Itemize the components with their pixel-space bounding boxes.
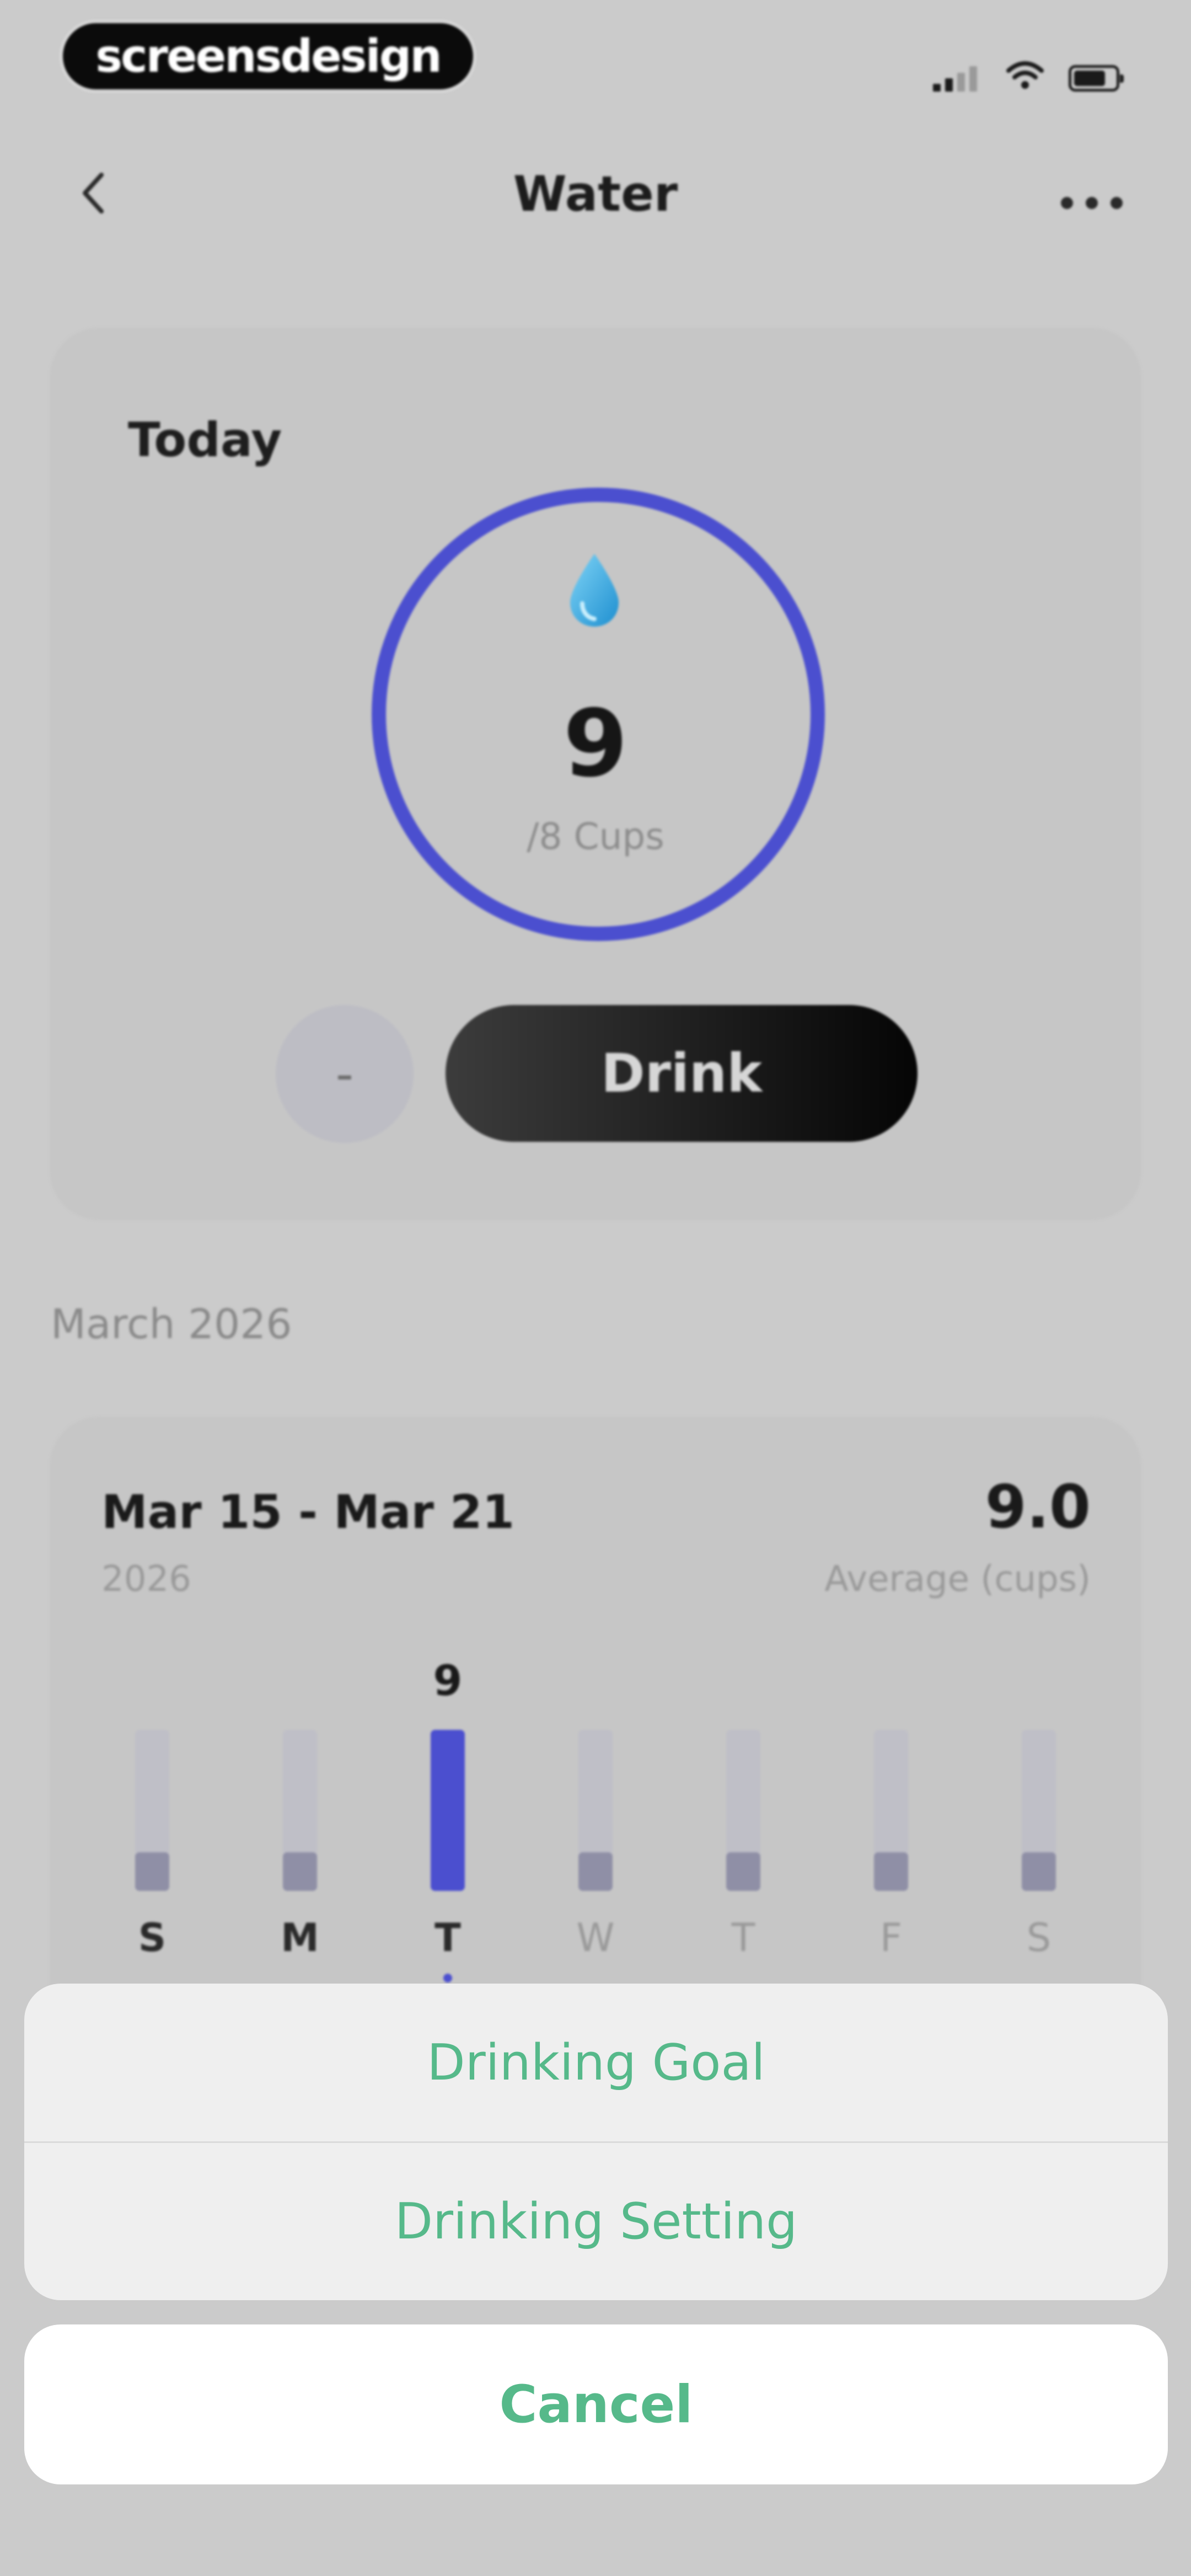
bar-track[interactable] [135, 1730, 169, 1891]
decrease-button[interactable]: - [276, 1005, 414, 1143]
battery-icon [1069, 65, 1124, 92]
more-button[interactable] [1059, 165, 1125, 223]
average-label: Average (cups) [824, 1559, 1091, 1600]
bar-value-label: 9 [433, 1656, 463, 1705]
selected-day-indicator [443, 1974, 452, 1982]
month-label: March 2026 [51, 1301, 292, 1348]
water-drop-icon [570, 554, 619, 627]
bar-fill [578, 1852, 613, 1891]
bar-track[interactable] [283, 1730, 317, 1891]
drinking-setting-option[interactable]: Drinking Setting [24, 2142, 1168, 2300]
day-label: S [1026, 1915, 1051, 1960]
bar-fill [726, 1852, 760, 1891]
day-label: T [434, 1915, 461, 1960]
brand-text: screensdesign [95, 30, 442, 83]
action-sheet: Drinking Goal Drinking Setting [24, 1984, 1168, 2300]
drink-label: Drink [600, 1043, 763, 1104]
average-value: 9.0 [985, 1473, 1091, 1542]
bar-track[interactable] [578, 1730, 613, 1891]
day-label: M [281, 1915, 319, 1960]
status-icons [933, 47, 1124, 92]
bar-fill [874, 1852, 908, 1891]
cups-count: 9 [563, 690, 628, 798]
cups-goal: /8 Cups [527, 815, 664, 858]
bar-track[interactable] [726, 1730, 760, 1891]
wifi-icon [1006, 61, 1044, 92]
cancel-button[interactable]: Cancel [24, 2324, 1168, 2484]
page-title: Water [513, 165, 678, 222]
today-label: Today [128, 413, 282, 468]
week-year: 2026 [101, 1559, 191, 1600]
more-horizontal-icon [1061, 197, 1123, 209]
day-label: S [138, 1915, 167, 1960]
bar-fill [135, 1852, 169, 1891]
bar-track[interactable] [431, 1730, 465, 1891]
week-range: Mar 15 - Mar 21 [101, 1485, 515, 1539]
bar-track[interactable] [1022, 1730, 1056, 1891]
drinking-goal-option[interactable]: Drinking Goal [24, 1984, 1168, 2141]
minus-label: - [335, 1045, 354, 1103]
bar-fill [431, 1730, 465, 1891]
bar-track[interactable] [874, 1730, 908, 1891]
brand-badge: screensdesign [60, 20, 476, 93]
signal-icon [933, 64, 981, 92]
day-label: W [576, 1915, 615, 1960]
day-label: T [731, 1915, 755, 1960]
day-label: F [879, 1915, 903, 1960]
bar-fill [1022, 1852, 1056, 1891]
bar-fill [283, 1852, 317, 1891]
drink-button[interactable]: Drink [446, 1005, 918, 1142]
